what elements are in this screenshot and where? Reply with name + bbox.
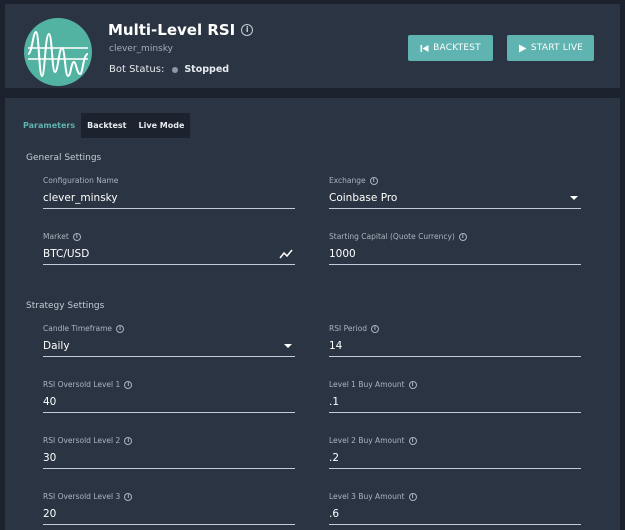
info-icon[interactable]: i bbox=[116, 324, 125, 333]
candle-timeframe-select[interactable]: Daily bbox=[43, 337, 295, 357]
level1-buy-field[interactable]: .1 bbox=[329, 393, 581, 413]
configuration-name-field[interactable]: clever_minsky bbox=[43, 189, 295, 209]
trend-chart-icon[interactable] bbox=[279, 249, 293, 259]
level2-buy-label-text: Level 2 Buy Amount bbox=[329, 436, 405, 445]
bot-status-label: Bot Status: bbox=[109, 64, 165, 75]
caret-down-icon bbox=[570, 195, 578, 200]
rsi-wave-icon bbox=[27, 30, 89, 78]
configuration-name-label: Configuration Name bbox=[43, 176, 118, 185]
level3-buy-value: .6 bbox=[329, 507, 340, 520]
candle-timeframe-label-text: Candle Timeframe bbox=[43, 324, 113, 333]
level1-buy-label: Level 1 Buy Amount i bbox=[329, 380, 417, 389]
start-live-button-label: START LIVE bbox=[530, 43, 584, 53]
rsi-period-label: RSI Period i bbox=[329, 324, 379, 333]
rsi-oversold-2-field[interactable]: 30 bbox=[43, 449, 295, 469]
bot-title: Multi-Level RSI i bbox=[108, 21, 254, 39]
tab-live-mode[interactable]: Live Mode bbox=[132, 113, 191, 138]
candle-timeframe-value: Daily bbox=[43, 339, 70, 352]
info-icon[interactable]: i bbox=[369, 176, 378, 185]
market-field[interactable]: BTC/USD bbox=[43, 245, 295, 265]
rsi-period-label-text: RSI Period bbox=[329, 324, 367, 333]
bot-name: Multi-Level RSI bbox=[108, 21, 236, 39]
info-icon[interactable]: i bbox=[408, 492, 417, 501]
starting-capital-label-text: Starting Capital (Quote Currency) bbox=[329, 232, 455, 241]
general-settings-title: General Settings bbox=[26, 153, 102, 163]
level1-buy-label-text: Level 1 Buy Amount bbox=[329, 380, 405, 389]
rsi-oversold-3-label-text: RSI Oversold Level 3 bbox=[43, 492, 121, 501]
info-icon[interactable]: i bbox=[124, 380, 133, 389]
rsi-oversold-1-label: RSI Oversold Level 1 i bbox=[43, 380, 133, 389]
exchange-label: Exchange i bbox=[329, 176, 378, 185]
bot-username: clever_minsky bbox=[109, 44, 173, 54]
level2-buy-value: .2 bbox=[329, 451, 340, 464]
rsi-oversold-3-field[interactable]: 20 bbox=[43, 505, 295, 525]
rsi-oversold-2-value: 30 bbox=[43, 451, 57, 464]
starting-capital-label: Starting Capital (Quote Currency) i bbox=[329, 232, 467, 241]
rsi-oversold-3-label: RSI Oversold Level 3 i bbox=[43, 492, 133, 501]
exchange-label-text: Exchange bbox=[329, 176, 366, 185]
level1-buy-value: .1 bbox=[329, 395, 340, 408]
info-icon[interactable]: i bbox=[408, 436, 417, 445]
configuration-name-label-text: Configuration Name bbox=[43, 176, 119, 185]
rsi-oversold-1-value: 40 bbox=[43, 395, 57, 408]
starting-capital-field[interactable]: 1000 bbox=[329, 245, 581, 265]
configuration-name-value: clever_minsky bbox=[43, 191, 118, 204]
rsi-period-field[interactable]: 14 bbox=[329, 337, 581, 357]
info-icon[interactable]: i bbox=[408, 380, 417, 389]
level3-buy-field[interactable]: .6 bbox=[329, 505, 581, 525]
info-icon[interactable]: i bbox=[124, 436, 133, 445]
tab-parameters[interactable]: Parameters bbox=[19, 113, 81, 138]
tab-backtest[interactable]: Backtest bbox=[81, 113, 133, 138]
exchange-value: Coinbase Pro bbox=[329, 191, 398, 204]
level3-buy-label: Level 3 Buy Amount i bbox=[329, 492, 417, 501]
rsi-oversold-2-label: RSI Oversold Level 2 i bbox=[43, 436, 133, 445]
market-label-text: Market bbox=[43, 232, 69, 241]
starting-capital-value: 1000 bbox=[329, 247, 356, 260]
market-value: BTC/USD bbox=[43, 247, 90, 260]
bot-status-value: Stopped bbox=[184, 64, 230, 75]
play-icon bbox=[518, 44, 527, 52]
level2-buy-field[interactable]: .2 bbox=[329, 449, 581, 469]
rsi-period-value: 14 bbox=[329, 339, 343, 352]
skip-back-icon bbox=[420, 44, 429, 52]
level3-buy-label-text: Level 3 Buy Amount bbox=[329, 492, 405, 501]
backtest-button[interactable]: BACKTEST bbox=[408, 35, 493, 61]
info-icon[interactable]: i bbox=[124, 492, 133, 501]
info-icon[interactable]: i bbox=[72, 232, 81, 241]
backtest-button-label: BACKTEST bbox=[433, 43, 481, 53]
bot-status: Bot Status: Stopped bbox=[109, 64, 229, 75]
info-icon[interactable]: i bbox=[370, 324, 379, 333]
level2-buy-label: Level 2 Buy Amount i bbox=[329, 436, 417, 445]
status-dot-icon bbox=[172, 66, 179, 73]
rsi-oversold-1-label-text: RSI Oversold Level 1 bbox=[43, 380, 121, 389]
market-label: Market i bbox=[43, 232, 81, 241]
rsi-oversold-1-field[interactable]: 40 bbox=[43, 393, 295, 413]
strategy-settings-title: Strategy Settings bbox=[26, 301, 105, 311]
caret-down-icon bbox=[284, 343, 292, 348]
parameters-panel: Parameters Backtest Live Mode General Se… bbox=[5, 98, 620, 530]
bot-logo bbox=[24, 18, 92, 86]
bot-header: Multi-Level RSI i clever_minsky Bot Stat… bbox=[5, 4, 620, 88]
tab-bar: Parameters Backtest Live Mode bbox=[19, 113, 191, 138]
info-icon[interactable]: i bbox=[458, 232, 467, 241]
rsi-oversold-3-value: 20 bbox=[43, 507, 57, 520]
exchange-select[interactable]: Coinbase Pro bbox=[329, 189, 581, 209]
rsi-oversold-2-label-text: RSI Oversold Level 2 bbox=[43, 436, 121, 445]
candle-timeframe-label: Candle Timeframe i bbox=[43, 324, 125, 333]
start-live-button[interactable]: START LIVE bbox=[507, 35, 594, 61]
info-icon[interactable]: i bbox=[241, 24, 254, 36]
